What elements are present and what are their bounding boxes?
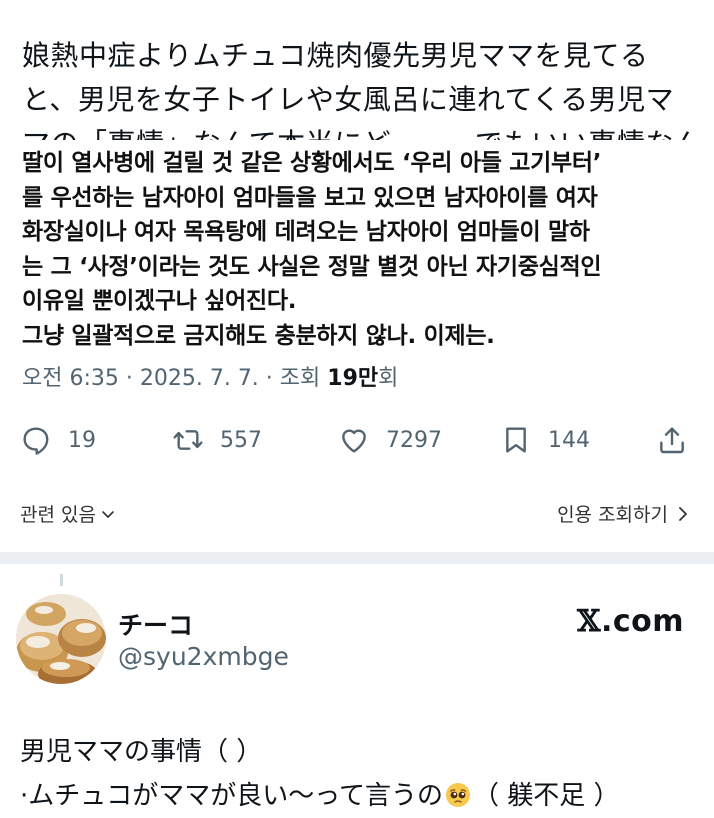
translation-line: 를 우선하는 남자아이 엄마들을 보고 있으면 남자아이를 여자 xyxy=(22,184,598,211)
reply-tweet-text: 男児ママの事情（ ） ·ムチュコがママが良い～って言うの （ 躾不足 ） xyxy=(20,730,700,818)
translation-overlay: 딸이 열사병에 걸릴 것 같은 상황에서도 ‘우리 아들 고기부터’ 를 우선하… xyxy=(0,140,714,362)
retweet-count: 557 xyxy=(220,427,262,453)
reply-tweet-line: 男児ママの事情（ ） xyxy=(20,737,263,767)
view-count: 19만 xyxy=(327,366,379,391)
like-count: 7297 xyxy=(386,427,442,453)
bookmark-count: 144 xyxy=(548,427,590,453)
related-label: 관련 있음 xyxy=(20,504,96,526)
thread-connector xyxy=(60,574,63,586)
x-logo-icon: 𝕏 xyxy=(577,604,601,639)
original-tweet-line: 娘熱中症よりムチュコ焼肉優先男児ママを見てる xyxy=(22,39,649,72)
tweet-timestamp[interactable]: 오전 6:35 · 2025. 7. 7. · 조회 xyxy=(22,366,327,391)
avatar-image xyxy=(16,594,106,684)
chevron-down-icon xyxy=(102,510,114,518)
reply-tweet-line: ·ムチュコがママが良い～って言うの （ 躾不足 ） xyxy=(20,774,700,818)
source-domain-text: .com xyxy=(600,604,684,639)
translation-line: 그냥 일괄적으로 금지해도 충분하지 않나. 이제는. xyxy=(22,322,495,349)
like-button[interactable]: 7297 xyxy=(338,418,442,462)
reply-icon xyxy=(23,427,49,455)
share-button[interactable] xyxy=(656,418,688,462)
tweet-action-bar: 19 557 7297 144 xyxy=(0,418,714,462)
translation-line: 이유일 뿐이겠구나 싶어진다. xyxy=(22,288,297,314)
original-tweet-cut-line-wrapper: マの「事情」なんて本当にどーーーでもいい事情なんだ xyxy=(22,122,702,140)
tweet-meta: 오전 6:35 · 2025. 7. 7. · 조회 19만회 xyxy=(22,360,398,392)
view-quotes-link[interactable]: 인용 조회하기 xyxy=(557,500,690,527)
view-quotes-label: 인용 조회하기 xyxy=(557,504,668,526)
reply-button[interactable]: 19 xyxy=(20,418,96,462)
original-tweet-line: マの「事情」なんて本当にどーーーでもいい事情なんだ xyxy=(22,122,702,140)
translation-line: 화장실이나 여자 목욕탕에 데려오는 남자아이 엄마들이 말하 xyxy=(22,219,590,245)
translation-line: 는 그 ‘사정’이라는 것도 사실은 정말 별것 아닌 자기중심적인 xyxy=(22,253,602,280)
translation-line: 딸이 열사병에 걸릴 것 같은 상황에서도 ‘우리 아들 고기부터’ xyxy=(22,150,602,176)
source-domain: 𝕏.com xyxy=(577,604,684,639)
translation-text: 딸이 열사병에 걸릴 것 같은 상황에서도 ‘우리 아들 고기부터’ 를 우선하… xyxy=(22,146,702,353)
bookmark-icon xyxy=(506,427,526,453)
share-icon xyxy=(660,427,684,454)
original-tweet-line: と、男児を女子トイレや女風呂に連れてくる男児マ xyxy=(22,83,675,116)
retweet-button[interactable]: 557 xyxy=(172,418,262,462)
like-icon xyxy=(342,429,366,453)
bookmark-button[interactable]: 144 xyxy=(500,418,590,462)
pleading-face-emoji xyxy=(445,783,470,807)
reply-tweet-line-text: ·ムチュコがママが良い～って言うの xyxy=(20,781,443,811)
reply-count: 19 xyxy=(68,427,96,453)
user-handle[interactable]: @syu2xmbge xyxy=(118,642,289,671)
retweet-icon xyxy=(173,430,203,450)
reply-tweet-line-text: （ 躾不足 ） xyxy=(472,781,620,811)
original-tweet-text: 娘熱中症よりムチュコ焼肉優先男児ママを見てる と、男児を女子トイレや女風呂に連れ… xyxy=(22,34,702,140)
chevron-right-icon xyxy=(679,506,687,521)
related-toggle[interactable]: 관련 있음 xyxy=(20,500,116,527)
view-count-suffix: 회 xyxy=(378,366,399,391)
avatar[interactable] xyxy=(16,594,106,684)
display-name[interactable]: チーコ xyxy=(118,606,193,642)
section-divider xyxy=(0,552,714,564)
